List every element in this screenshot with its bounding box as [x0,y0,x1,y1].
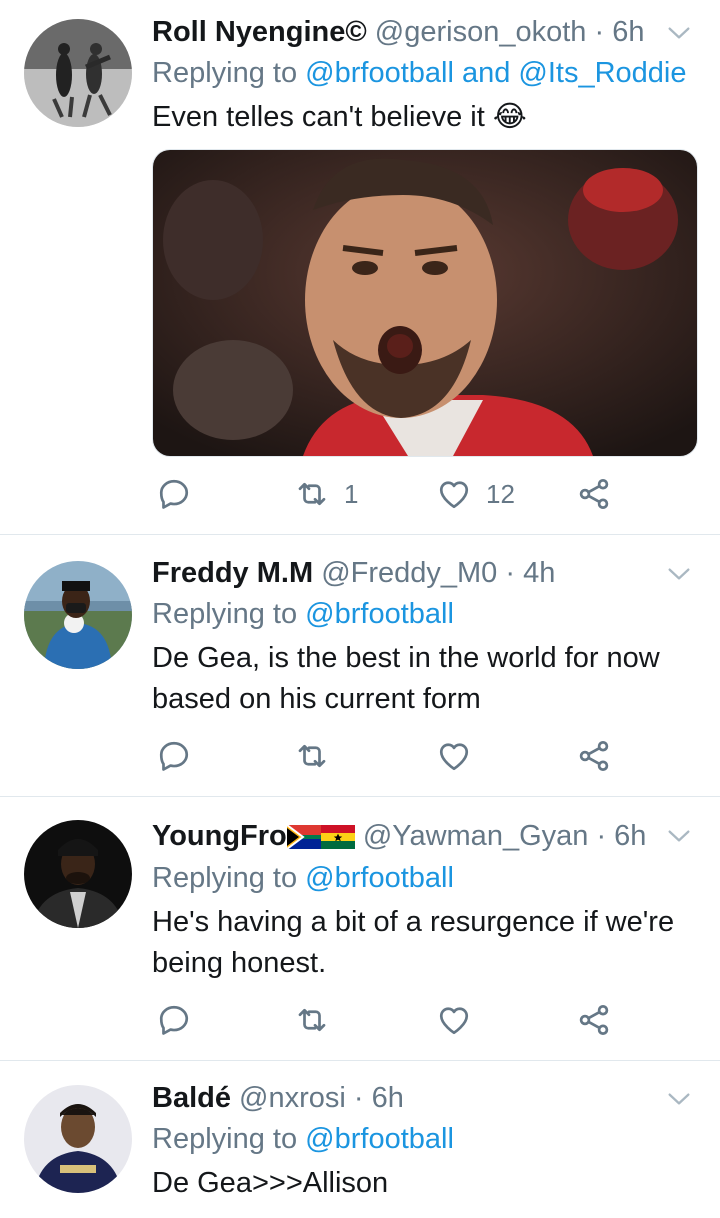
tweet[interactable]: Freddy M.M @Freddy_M0 · 4h Replying to @… [0,535,720,797]
replying-to: Replying to @brfootball [152,596,454,632]
tweet-actions [152,736,672,776]
retweet-icon [294,738,330,774]
replying-to: Replying to @brfootball and @Its_Roddie [152,55,686,91]
share-button[interactable] [576,736,612,776]
timestamp[interactable]: · 6h [594,16,644,48]
reply-mentions[interactable]: @brfootball and @Its_Roddie [305,57,686,89]
tweet-text: Even telles can't believe it 😂 [152,97,690,138]
chevron-down-icon[interactable] [664,559,694,589]
reply-button[interactable] [156,1000,192,1040]
replying-to: Replying to @brfootball [152,860,454,896]
tweet-actions: 1 12 [152,474,672,514]
tweet-header: Freddy M.M @Freddy_M0 · 4h [152,555,660,591]
share-button[interactable] [576,1000,612,1040]
reply-button[interactable] [156,736,192,776]
user-handle[interactable]: @nxrosi [239,1082,346,1114]
reply-icon [156,1002,192,1038]
tweet-header: YoungFro @Yawman_Gyan · 6h [152,818,660,854]
tweet-text: De Gea, is the best in the world for now… [152,642,660,715]
user-handle[interactable]: @gerison_okoth [375,16,587,48]
like-button[interactable]: 12 [436,474,515,514]
tweet-text: De Gea>>>Allison [152,1167,389,1199]
replying-to: Replying to @brfootball [152,1121,454,1157]
heart-icon [436,476,472,512]
tweet-actions [152,1000,672,1040]
tweet-text: He's having a bit of a resurgence if we'… [152,906,675,979]
avatar[interactable] [24,561,132,669]
chevron-down-icon[interactable] [664,821,694,851]
share-icon [576,1002,612,1038]
display-name[interactable]: Roll Nyengine© [152,16,367,48]
like-button[interactable] [436,1000,472,1040]
tweet-text-body: Even telles can't believe it [152,101,485,133]
reply-icon [156,738,192,774]
tweet[interactable]: Baldé @nxrosi · 6h Replying to @brfootba… [0,1061,720,1218]
share-icon [576,738,612,774]
retweet-button[interactable] [294,1000,330,1040]
heart-icon [436,1002,472,1038]
retweet-icon [294,476,330,512]
heart-icon [436,738,472,774]
chevron-down-icon[interactable] [664,18,694,48]
reply-button[interactable] [156,474,192,514]
like-button[interactable] [436,736,472,776]
avatar[interactable] [24,19,132,127]
display-name[interactable]: Baldé [152,1082,231,1114]
retweet-count: 1 [344,478,359,509]
retweet-button[interactable] [294,736,330,776]
reply-mentions[interactable]: @brfootball [305,598,454,630]
avatar[interactable] [24,1085,132,1193]
timestamp[interactable]: · 6h [354,1082,404,1114]
tweet-header: Baldé @nxrosi · 6h [152,1080,660,1116]
retweet-button[interactable]: 1 [294,474,358,514]
tweet-image[interactable] [152,149,698,457]
share-icon [576,476,612,512]
laughing-emoji: 😂 [492,101,527,133]
timestamp[interactable]: · 6h [596,820,646,852]
timestamp[interactable]: · 4h [505,557,555,589]
display-name-text: YoungFro [152,820,287,852]
avatar[interactable] [24,820,132,928]
share-button[interactable] [576,474,612,514]
replying-to-label: Replying to [152,1123,298,1155]
replying-to-label: Replying to [152,598,298,630]
chevron-down-icon[interactable] [664,1084,694,1114]
replying-to-label: Replying to [152,57,298,89]
south-africa-flag-icon [286,825,321,849]
like-count: 12 [486,478,515,509]
replying-to-label: Replying to [152,862,298,894]
user-handle[interactable]: @Freddy_M0 [321,557,497,589]
tweet-header: Roll Nyengine© @gerison_okoth · 6h [152,14,660,50]
reply-icon [156,476,192,512]
retweet-icon [294,1002,330,1038]
display-name[interactable]: Freddy M.M [152,557,313,589]
tweet[interactable]: YoungFro @Yawman_Gyan · 6h Replying to @… [0,797,720,1061]
tweet[interactable]: Roll Nyengine© @gerison_okoth · 6h Reply… [0,0,720,535]
reply-mentions[interactable]: @brfootball [305,1123,454,1155]
display-name[interactable]: YoungFro [152,820,355,852]
reply-mentions[interactable]: @brfootball [305,862,454,894]
user-handle[interactable]: @Yawman_Gyan [363,820,589,852]
ghana-flag-icon [320,825,355,849]
